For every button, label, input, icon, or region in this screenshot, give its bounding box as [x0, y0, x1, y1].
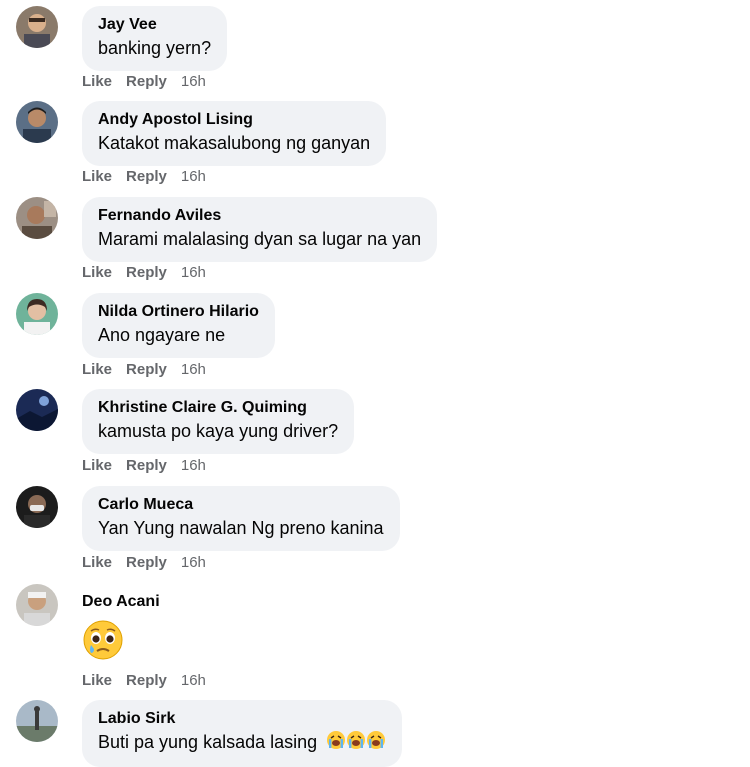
comment-bubble: Jay Vee banking yern? — [82, 6, 228, 71]
comment-bubble: Carlo Mueca Yan Yung nawalan Ng preno ka… — [82, 486, 400, 551]
comment-actions: Like Reply 16h — [82, 168, 220, 185]
comment-actions: Like Reply 16h — [82, 554, 220, 571]
timestamp[interactable]: 16h — [181, 73, 206, 90]
timestamp[interactable]: 16h — [181, 672, 206, 689]
comment-actions: Like Reply 16h — [82, 672, 220, 689]
timestamp[interactable]: 16h — [181, 457, 206, 474]
comment-actions: Like Reply 16h — [82, 457, 220, 474]
comment-author[interactable]: Carlo Mueca — [98, 495, 384, 515]
comment-author[interactable]: Jay Vee — [98, 15, 211, 35]
comment-actions: Like Reply 16h — [82, 361, 220, 378]
avatar[interactable] — [16, 389, 58, 431]
reply-button[interactable]: Reply — [126, 73, 167, 90]
comment-text: kamusta po kaya yung driver? — [98, 421, 339, 441]
avatar[interactable] — [16, 486, 58, 528]
comment-text: Marami malalasing dyan sa lugar na yan — [98, 229, 422, 249]
comment-text: Buti pa yung kalsada lasing — [98, 729, 386, 757]
like-button[interactable]: Like — [82, 73, 112, 90]
reply-button[interactable]: Reply — [126, 264, 167, 281]
comment-bubble: Nilda Ortinero Hilario Ano ngayare ne — [82, 293, 275, 358]
comment-author[interactable]: Nilda Ortinero Hilario — [98, 302, 259, 322]
like-button[interactable]: Like — [82, 361, 112, 378]
avatar[interactable] — [16, 101, 58, 143]
comment-author[interactable]: Andy Apostol Lising — [98, 110, 370, 130]
pleading-face-with-tear-emoji — [82, 619, 124, 666]
comment-bubble: Labio Sirk Buti pa yung kalsada lasing — [82, 700, 403, 767]
comment-author[interactable]: Fernando Aviles — [98, 206, 421, 226]
like-button[interactable]: Like — [82, 168, 112, 185]
comment-author[interactable]: Labio Sirk — [98, 709, 386, 729]
like-button[interactable]: Like — [82, 457, 112, 474]
loudly-crying-face-icon — [326, 730, 386, 757]
timestamp[interactable]: 16h — [181, 264, 206, 281]
comment-text: Yan Yung nawalan Ng preno kanina — [98, 518, 384, 538]
reply-button[interactable]: Reply — [126, 554, 167, 571]
comment-bubble: Andy Apostol Lising Katakot makasalubong… — [82, 101, 387, 166]
reply-button[interactable]: Reply — [126, 672, 167, 689]
comment-text: Ano ngayare ne — [98, 325, 226, 345]
like-button[interactable]: Like — [82, 554, 112, 571]
reply-button[interactable]: Reply — [126, 457, 167, 474]
timestamp[interactable]: 16h — [181, 168, 206, 185]
reply-button[interactable]: Reply — [126, 168, 167, 185]
reply-button[interactable]: Reply — [126, 361, 167, 378]
comment-bubble: Fernando Aviles Marami malalasing dyan s… — [82, 197, 438, 262]
avatar[interactable] — [16, 293, 58, 335]
comment-text: banking yern? — [98, 38, 212, 58]
avatar[interactable] — [16, 6, 58, 48]
timestamp[interactable]: 16h — [181, 554, 206, 571]
avatar[interactable] — [16, 584, 58, 626]
comment-text-content: Buti pa yung kalsada lasing — [98, 732, 318, 752]
avatar[interactable] — [16, 700, 58, 742]
avatar[interactable] — [16, 197, 58, 239]
comment-actions: Like Reply 16h — [82, 73, 220, 90]
like-button[interactable]: Like — [82, 264, 112, 281]
comment-actions: Like Reply 16h — [82, 264, 220, 281]
comment-text: Katakot makasalubong ng ganyan — [98, 133, 371, 153]
comment-bubble: Khristine Claire G. Quiming kamusta po k… — [82, 389, 355, 454]
comment-author[interactable]: Khristine Claire G. Quiming — [98, 398, 338, 418]
comment-author[interactable]: Deo Acani — [82, 592, 160, 612]
like-button[interactable]: Like — [82, 672, 112, 689]
timestamp[interactable]: 16h — [181, 361, 206, 378]
